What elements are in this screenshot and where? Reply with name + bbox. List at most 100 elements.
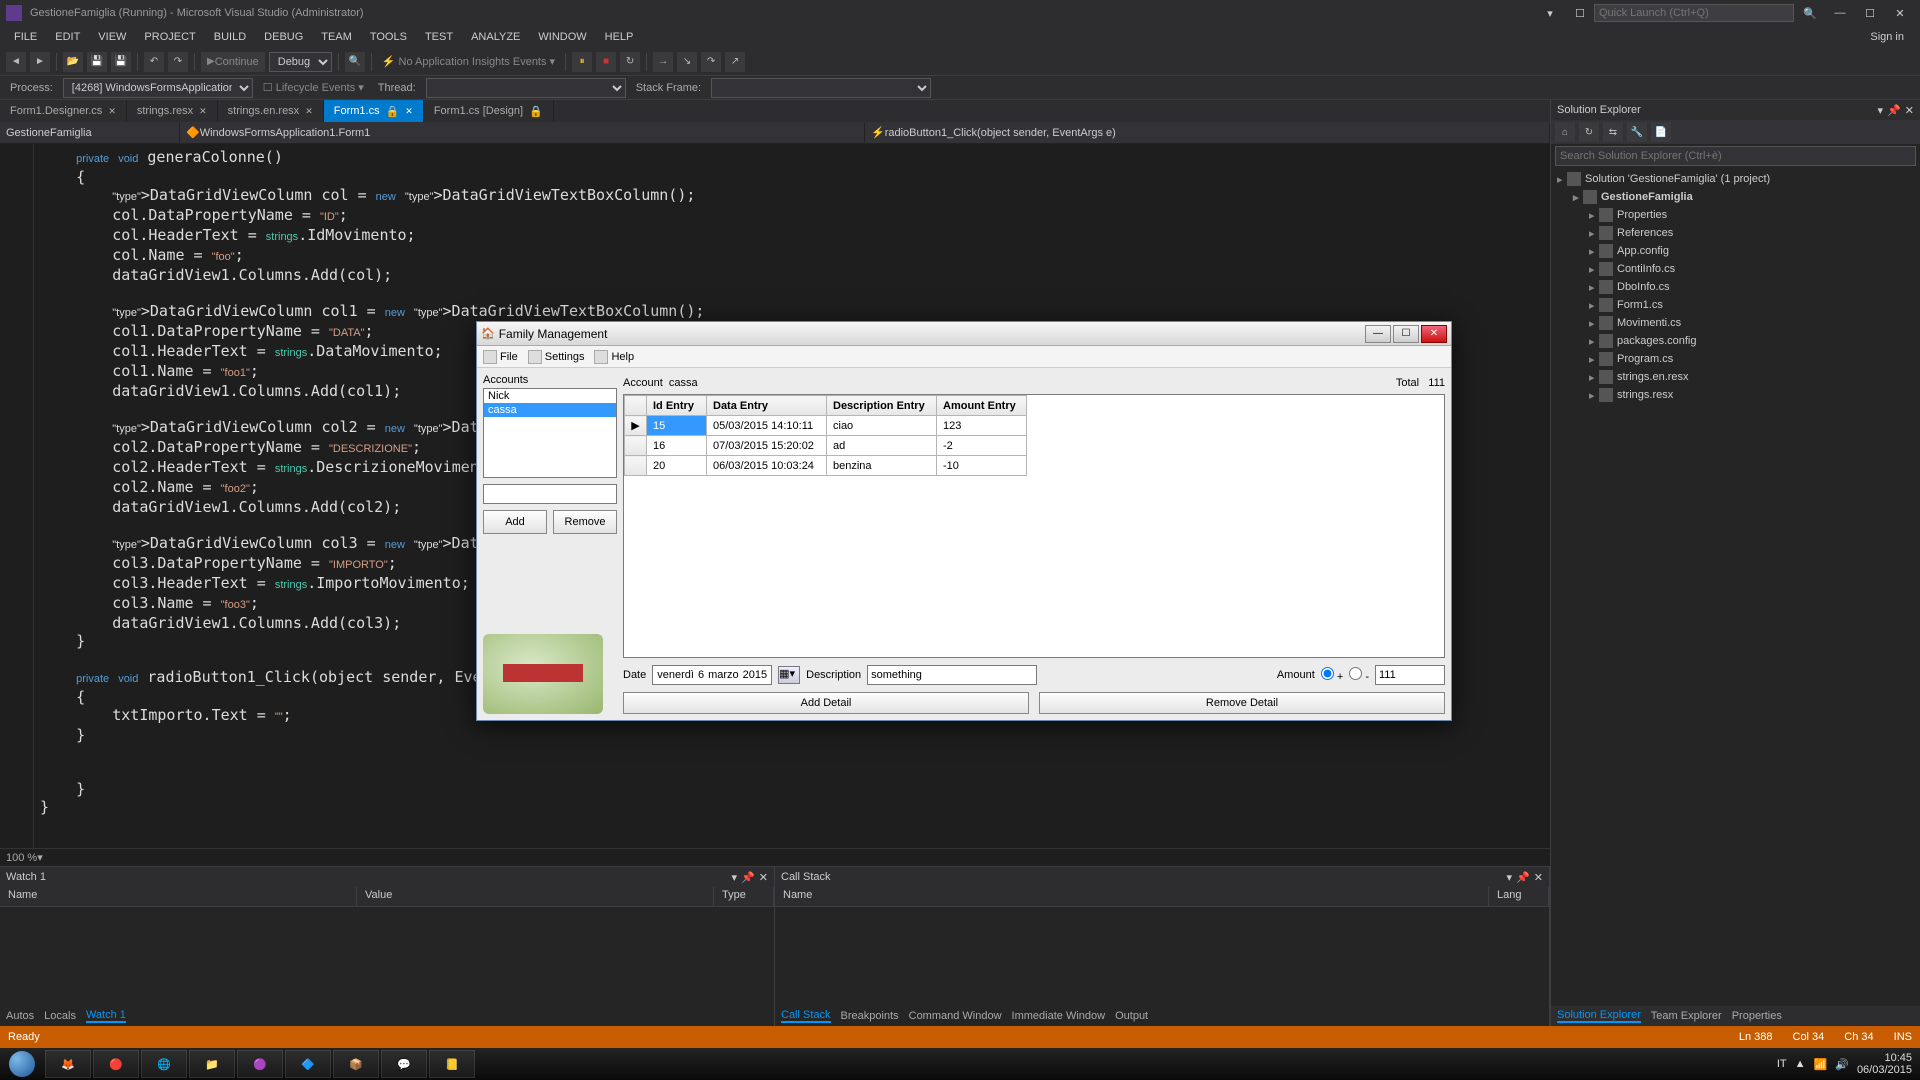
tray-flag-icon[interactable]: ▲ <box>1795 1058 1806 1070</box>
callstack-body[interactable] <box>775 907 1549 1006</box>
close-icon[interactable]: ✕ <box>108 106 116 117</box>
tree-node[interactable]: ▸packages.config <box>1551 332 1920 350</box>
taskbar-app2[interactable]: 📒 <box>429 1050 475 1078</box>
menu-test[interactable]: TEST <box>417 29 461 45</box>
calendar-icon[interactable]: ▦▾ <box>778 666 800 684</box>
menu-view[interactable]: VIEW <box>90 29 134 45</box>
continue-button[interactable]: ▶ Continue <box>201 52 265 72</box>
menu-analyze[interactable]: ANALYZE <box>463 29 528 45</box>
stop-icon[interactable]: ■ <box>596 52 616 72</box>
maximize-button[interactable]: ☐ <box>1856 3 1884 23</box>
tray-network-icon[interactable]: 📶 <box>1814 1058 1828 1071</box>
stack-frame-combo[interactable] <box>711 78 931 98</box>
dialog-close-button[interactable]: ✕ <box>1421 325 1447 343</box>
redo-icon[interactable]: ↷ <box>168 52 188 72</box>
tree-node[interactable]: ▸References <box>1551 224 1920 242</box>
tree-node[interactable]: ▸Form1.cs <box>1551 296 1920 314</box>
description-input[interactable] <box>867 665 1037 685</box>
tree-node[interactable]: ▸Movimenti.cs <box>1551 314 1920 332</box>
dialog-titlebar[interactable]: 🏠 Family Management ― ☐ ✕ <box>477 322 1451 346</box>
restart-icon[interactable]: ↻ <box>620 52 640 72</box>
watch-col-value[interactable]: Value <box>357 887 714 906</box>
side-tab-solution[interactable]: Solution Explorer <box>1557 1009 1641 1023</box>
taskbar-virtualbox[interactable]: 📦 <box>333 1050 379 1078</box>
menu-build[interactable]: BUILD <box>206 29 254 45</box>
taskbar-skype[interactable]: 💬 <box>381 1050 427 1078</box>
dialog-maximize-button[interactable]: ☐ <box>1393 325 1419 343</box>
account-item-cassa[interactable]: cassa <box>484 403 616 417</box>
home-icon[interactable]: ⌂ <box>1555 122 1575 142</box>
close-icon[interactable]: ✕ <box>405 106 413 117</box>
quick-launch-input[interactable] <box>1594 4 1794 22</box>
pause-icon[interactable]: ⏸ <box>572 52 592 72</box>
taskbar-firefox[interactable]: 🦊 <box>45 1050 91 1078</box>
watch-col-type[interactable]: Type <box>714 887 774 906</box>
close-icon[interactable]: ✕ <box>1905 104 1914 117</box>
open-icon[interactable]: 📂 <box>63 52 83 72</box>
tray-volume-icon[interactable]: 🔊 <box>1835 1058 1849 1071</box>
menu-window[interactable]: WINDOW <box>530 29 594 45</box>
tab-form1-cs[interactable]: Form1.cs🔒✕ <box>324 100 424 122</box>
menu-file[interactable]: FILE <box>6 29 45 45</box>
nav-back-icon[interactable]: ◄ <box>6 52 26 72</box>
tree-node[interactable]: ▸DboInfo.cs <box>1551 278 1920 296</box>
solution-tree[interactable]: ▸Solution 'GestioneFamiglia' (1 project)… <box>1551 168 1920 1006</box>
taskbar-explorer[interactable]: 📁 <box>189 1050 235 1078</box>
configuration-combo[interactable]: Debug <box>269 52 332 72</box>
zoom-level[interactable]: 100 % ▾ <box>0 848 1550 866</box>
watch-col-name[interactable]: Name <box>0 887 357 906</box>
lifecycle-label[interactable]: ☐ Lifecycle Events ▾ <box>259 81 368 94</box>
step-out-icon[interactable]: ↗ <box>725 52 745 72</box>
undo-icon[interactable]: ↶ <box>144 52 164 72</box>
menu-team[interactable]: TEAM <box>313 29 360 45</box>
dropdown-icon[interactable]: ▾ <box>1507 871 1513 884</box>
tree-node[interactable]: ▸strings.resx <box>1551 386 1920 404</box>
tab-callstack[interactable]: Call Stack <box>781 1009 831 1023</box>
tab-breakpoints[interactable]: Breakpoints <box>841 1010 899 1022</box>
sync-icon[interactable]: ⇆ <box>1603 122 1623 142</box>
properties-icon[interactable]: 🔧 <box>1627 122 1647 142</box>
watch-body[interactable] <box>0 907 774 1006</box>
thread-combo[interactable] <box>426 78 626 98</box>
search-icon[interactable]: 🔍 <box>1796 3 1824 23</box>
tray-lang[interactable]: IT <box>1777 1058 1787 1070</box>
pin-icon[interactable]: 📌 <box>1516 871 1530 884</box>
amount-minus-radio[interactable]: - <box>1349 667 1369 683</box>
amount-input[interactable] <box>1375 665 1445 685</box>
date-picker[interactable]: venerdì 6 marzo 2015 <box>652 665 772 685</box>
tree-node[interactable]: ▸App.config <box>1551 242 1920 260</box>
find-icon[interactable]: 🔍 <box>345 52 365 72</box>
insights-label[interactable]: ⚡ No Application Insights Events ▾ <box>378 55 559 68</box>
tab-strings-resx[interactable]: strings.resx✕ <box>127 100 218 122</box>
save-all-icon[interactable]: 💾 <box>111 52 131 72</box>
menu-edit[interactable]: EDIT <box>47 29 88 45</box>
account-name-input[interactable] <box>483 484 617 504</box>
pin-icon[interactable]: 📌 <box>1887 104 1901 117</box>
close-icon[interactable]: ✕ <box>1534 871 1543 884</box>
tray-clock[interactable]: 10:45 06/03/2015 <box>1857 1052 1912 1076</box>
tab-command-window[interactable]: Command Window <box>909 1010 1002 1022</box>
nav-class-combo[interactable]: 🔶 WindowsFormsApplication1.Form1 <box>180 123 865 143</box>
save-icon[interactable]: 💾 <box>87 52 107 72</box>
account-item-nick[interactable]: Nick <box>484 389 616 403</box>
callstack-col-name[interactable]: Name <box>775 887 1489 906</box>
close-icon[interactable]: ✕ <box>759 871 768 884</box>
nav-fwd-icon[interactable]: ► <box>30 52 50 72</box>
tab-output[interactable]: Output <box>1115 1010 1148 1022</box>
nav-project-combo[interactable]: GestioneFamiglia <box>0 123 180 143</box>
tree-node[interactable]: ▸Program.cs <box>1551 350 1920 368</box>
tab-form1-designer[interactable]: Form1.Designer.cs✕ <box>0 100 127 122</box>
step-next-icon[interactable]: → <box>653 52 673 72</box>
tree-node[interactable]: ▸Solution 'GestioneFamiglia' (1 project) <box>1551 170 1920 188</box>
close-button[interactable]: ✕ <box>1886 3 1914 23</box>
menu-help[interactable]: HELP <box>597 29 642 45</box>
dialog-menu-help[interactable]: Help <box>594 350 634 364</box>
tab-locals[interactable]: Locals <box>44 1010 76 1022</box>
accounts-listbox[interactable]: Nick cassa <box>483 388 617 478</box>
menu-debug[interactable]: DEBUG <box>256 29 311 45</box>
pin-icon[interactable]: 📌 <box>741 871 755 884</box>
dialog-minimize-button[interactable]: ― <box>1365 325 1391 343</box>
tab-autos[interactable]: Autos <box>6 1010 34 1022</box>
tree-node[interactable]: ▸strings.en.resx <box>1551 368 1920 386</box>
tree-node[interactable]: ▸Properties <box>1551 206 1920 224</box>
